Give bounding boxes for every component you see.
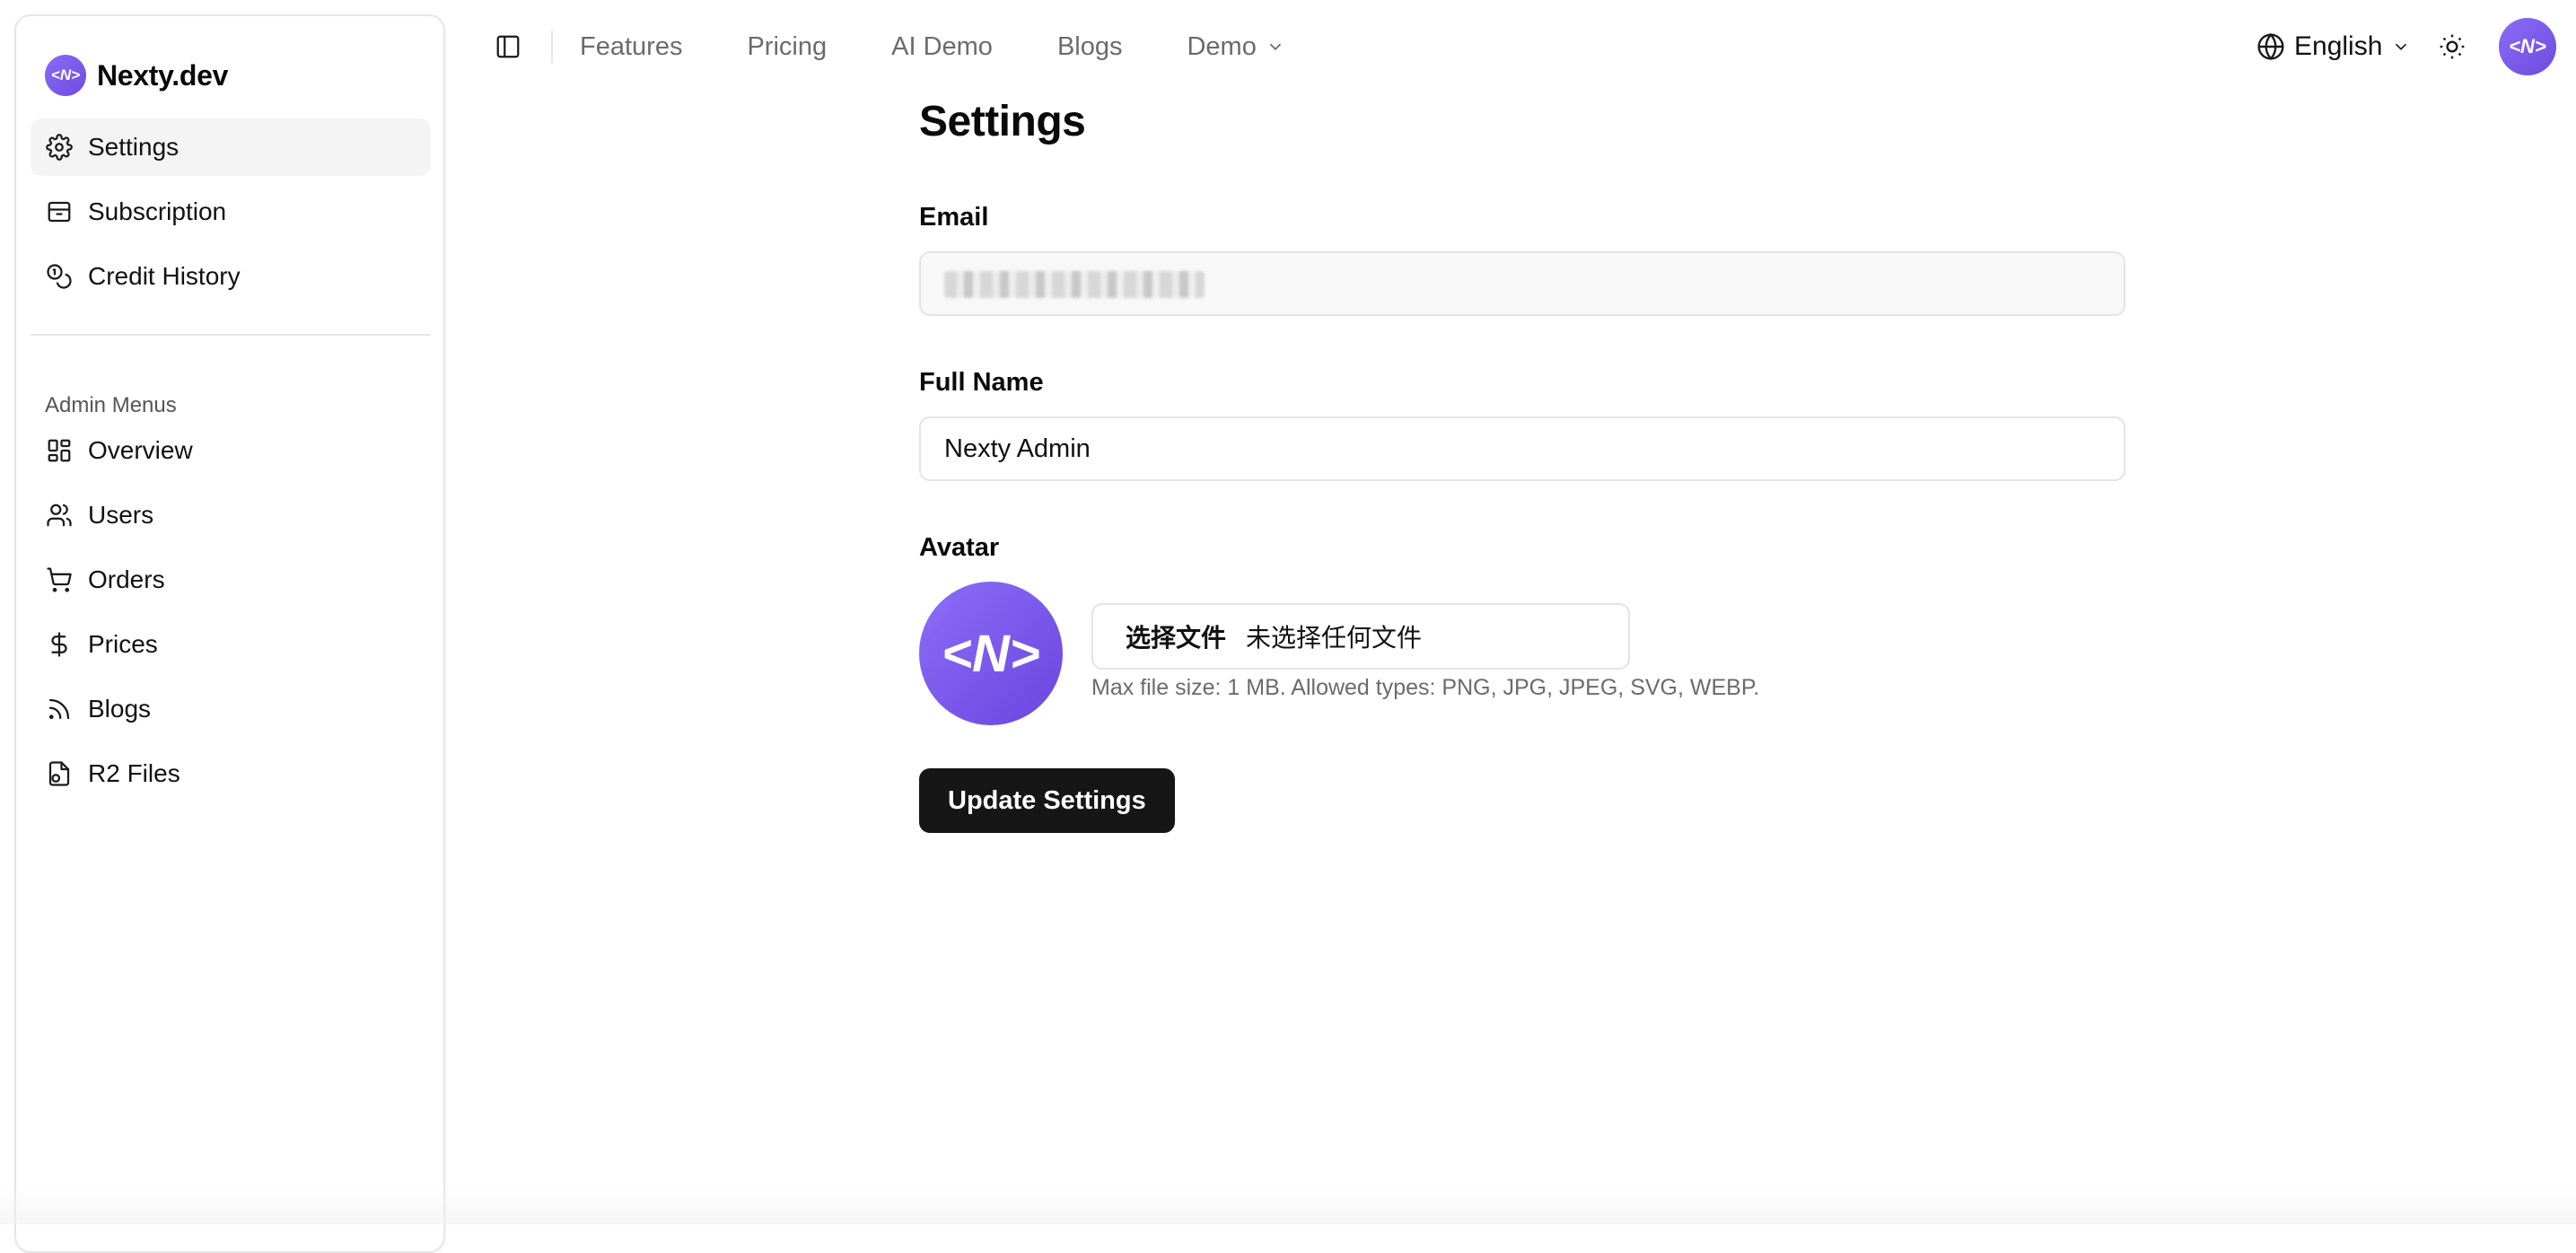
sidebar-item-r2-files[interactable]: R2 Files bbox=[31, 745, 431, 802]
toolbar-separator bbox=[551, 31, 553, 63]
sidebar-item-label: Overview bbox=[88, 436, 193, 465]
sidebar-toggle-button[interactable] bbox=[492, 31, 524, 63]
sidebar-item-overview[interactable]: Overview bbox=[31, 422, 431, 479]
coins-icon bbox=[45, 262, 74, 291]
top-links: Features Pricing AI Demo Blogs Demo bbox=[580, 0, 1285, 93]
language-label: English bbox=[2294, 31, 2382, 62]
user-nav: Settings Subscription Credit History bbox=[31, 118, 431, 312]
brand-name: Nexty.dev bbox=[97, 59, 228, 92]
email-redacted bbox=[944, 271, 1205, 298]
sidebar-item-subscription[interactable]: Subscription bbox=[31, 183, 431, 241]
sidebar-item-label: Subscription bbox=[88, 197, 226, 226]
globe-icon bbox=[2256, 32, 2285, 61]
sidebar-item-settings[interactable]: Settings bbox=[31, 118, 431, 176]
nav-link-blogs[interactable]: Blogs bbox=[1057, 32, 1123, 62]
language-switcher[interactable]: English bbox=[2256, 0, 2411, 93]
nav-link-ai-demo[interactable]: AI Demo bbox=[891, 32, 993, 62]
file-icon bbox=[45, 759, 74, 788]
choose-file-button[interactable]: 选择文件 bbox=[1126, 618, 1226, 654]
gear-icon bbox=[45, 133, 74, 162]
user-avatar-button[interactable]: <N> bbox=[2499, 18, 2556, 75]
nav-link-pricing[interactable]: Pricing bbox=[747, 32, 827, 62]
sidebar-item-label: Settings bbox=[88, 133, 179, 162]
email-label: Email bbox=[919, 203, 988, 232]
brand-logo: <N> bbox=[45, 55, 86, 96]
sun-icon bbox=[2438, 32, 2466, 61]
avatar-preview: <N> bbox=[919, 582, 1063, 725]
sidebar-item-prices[interactable]: Prices bbox=[31, 616, 431, 673]
dollar-sign-icon bbox=[45, 630, 74, 659]
theme-toggle-button[interactable] bbox=[2436, 31, 2468, 63]
nav-dropdown-demo[interactable]: Demo bbox=[1187, 32, 1284, 62]
top-nav: Features Pricing AI Demo Blogs Demo Engl… bbox=[467, 0, 2576, 93]
sidebar-item-label: Credit History bbox=[88, 262, 241, 291]
chevron-down-icon bbox=[2391, 37, 2411, 57]
no-file-chosen-text: 未选择任何文件 bbox=[1246, 618, 1422, 654]
admin-section-label: Admin Menus bbox=[45, 393, 177, 418]
sidebar-item-blogs[interactable]: Blogs bbox=[31, 680, 431, 738]
file-size-hint: Max file size: 1 MB. Allowed types: PNG,… bbox=[1091, 675, 1759, 701]
admin-nav: Overview Users Orders Prices Blogs bbox=[31, 422, 431, 810]
sidebar-divider bbox=[31, 334, 431, 336]
sidebar-item-credit-history[interactable]: Credit History bbox=[31, 248, 431, 305]
update-settings-button[interactable]: Update Settings bbox=[919, 768, 1175, 833]
shopping-cart-icon bbox=[45, 565, 74, 594]
avatar-label: Avatar bbox=[919, 533, 999, 563]
sidebar-item-label: R2 Files bbox=[88, 759, 180, 788]
sidebar-item-label: Blogs bbox=[88, 695, 151, 723]
sidebar: <N> Nexty.dev Settings Subscription Cred… bbox=[14, 14, 445, 1253]
sidebar-item-label: Orders bbox=[88, 565, 165, 594]
brand[interactable]: <N> Nexty.dev bbox=[45, 38, 228, 113]
sidebar-item-users[interactable]: Users bbox=[31, 486, 431, 544]
nav-link-features[interactable]: Features bbox=[580, 32, 682, 62]
fullname-field[interactable] bbox=[919, 416, 2125, 481]
page-title: Settings bbox=[919, 97, 1085, 146]
fullname-label: Full Name bbox=[919, 368, 1044, 398]
bottom-fade bbox=[0, 1188, 2576, 1224]
archive-box-icon bbox=[45, 197, 74, 226]
sidebar-item-label: Users bbox=[88, 501, 153, 530]
sidebar-item-orders[interactable]: Orders bbox=[31, 551, 431, 609]
sidebar-item-label: Prices bbox=[88, 630, 158, 659]
dashboard-grid-icon bbox=[45, 436, 74, 465]
panel-left-icon bbox=[495, 33, 521, 60]
nav-dropdown-demo-label: Demo bbox=[1187, 32, 1256, 62]
chevron-down-icon bbox=[1266, 37, 1285, 57]
users-icon bbox=[45, 501, 74, 530]
rss-icon bbox=[45, 695, 74, 723]
avatar-file-input[interactable]: 选择文件 未选择任何文件 bbox=[1091, 603, 1630, 670]
